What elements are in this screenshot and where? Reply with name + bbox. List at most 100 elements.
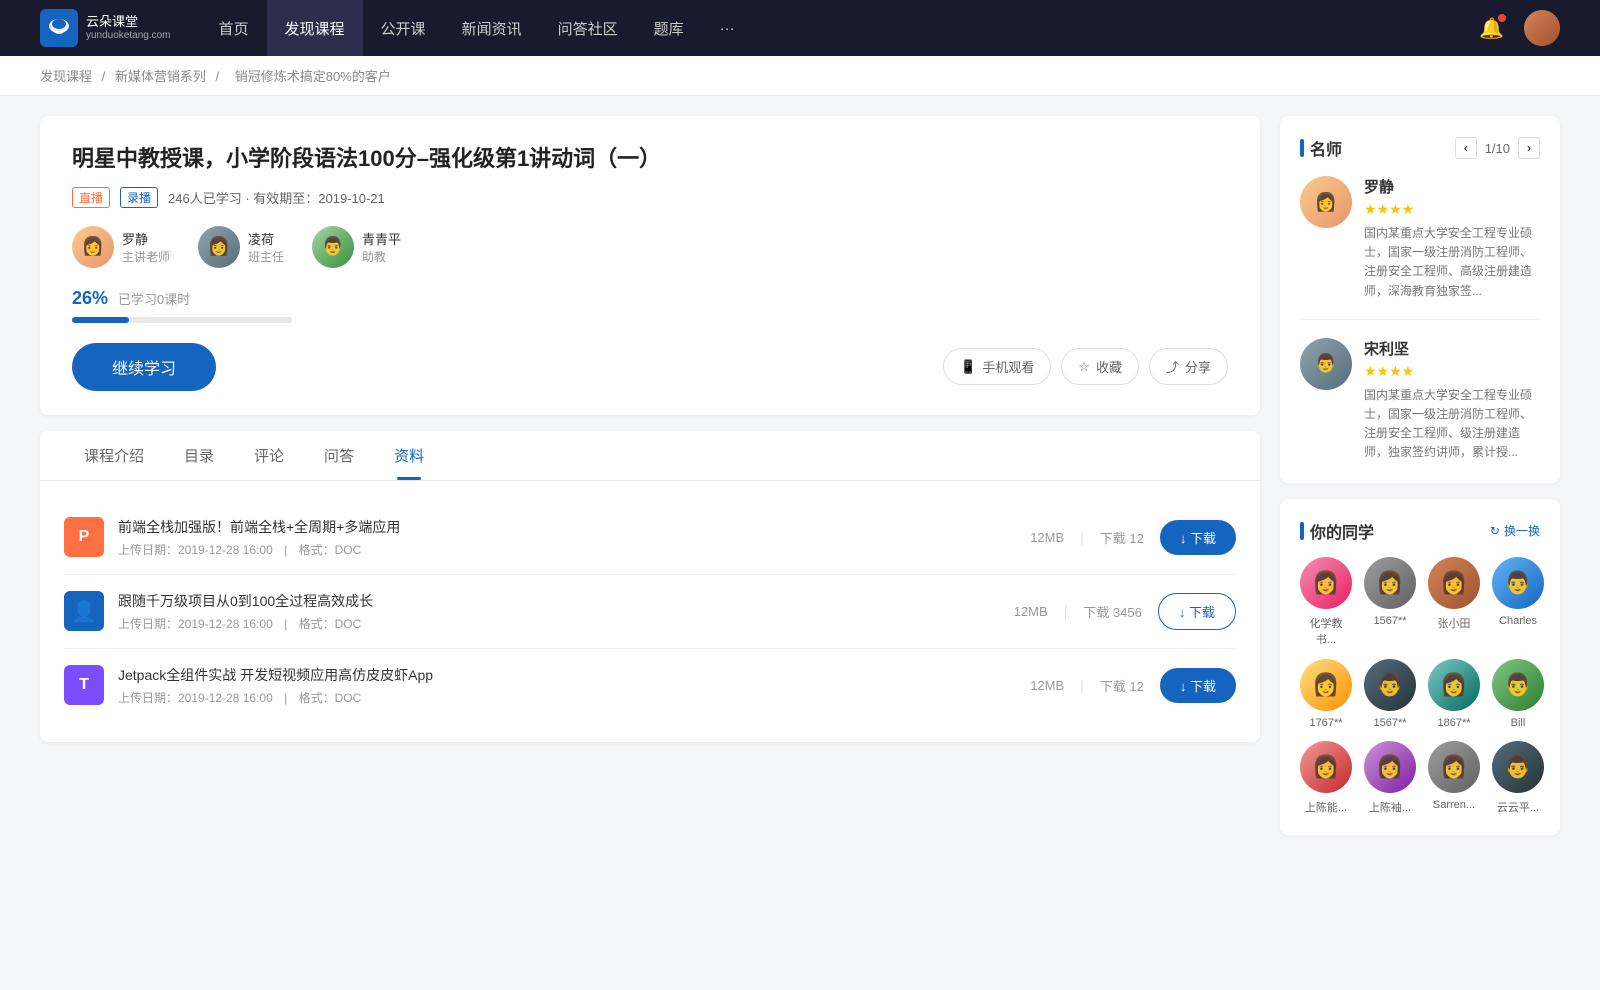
resource-name-2: Jetpack全组件实战 开发短视频应用高仿皮皮虾App [118, 665, 1016, 685]
nav-discover[interactable]: 发现课程 [267, 0, 363, 56]
tab-qa[interactable]: 问答 [304, 431, 374, 480]
resource-right-1: 12MB | 下载 3456 ↓ 下载 [1014, 593, 1236, 630]
student-name-10: Sarren... [1433, 799, 1475, 811]
nav-items: 首页 发现课程 公开课 新闻资讯 问答社区 题库 ··· [201, 0, 1480, 56]
teacher-3-avatar: 👨 [312, 226, 354, 268]
download-button-0[interactable]: ↓ 下载 [1160, 520, 1236, 555]
download-button-1[interactable]: ↓ 下载 [1158, 593, 1236, 630]
progress-bar-fill [72, 317, 129, 323]
logo-text: 云朵课堂 yunduoketang.com [86, 14, 171, 42]
tab-catalog[interactable]: 目录 [164, 431, 234, 480]
resource-meta-0: 上传日期：2019-12-28 16:00 | 格式：DOC [118, 541, 1016, 558]
student-item-11: 👨 云云平... [1492, 741, 1544, 815]
student-avatar-6[interactable]: 👩 [1428, 659, 1480, 711]
collect-button[interactable]: ☆ 收藏 [1061, 348, 1139, 385]
resource-downloads-2: 下载 12 [1100, 676, 1144, 695]
student-avatar-0[interactable]: 👩 [1300, 557, 1352, 609]
student-avatar-3[interactable]: 👨 [1492, 557, 1544, 609]
teacher-card-1-stars: ★★★★ [1364, 363, 1540, 380]
teacher-2: 👩 凌荷 班主任 [198, 226, 284, 268]
mobile-watch-button[interactable]: 📱 手机观看 [943, 348, 1051, 385]
student-item-6: 👩 1867** [1428, 659, 1480, 729]
students-grid: 👩 化学教书... 👩 1567** 👩 张小田 [1300, 557, 1540, 815]
resource-downloads-1: 下载 3456 [1083, 602, 1142, 621]
tab-content: P 前端全栈加强版！前端全栈+全周期+多端应用 上传日期：2019-12-28 … [40, 481, 1260, 742]
continue-study-button[interactable]: 继续学习 [72, 343, 216, 391]
student-item-2: 👩 张小田 [1428, 557, 1480, 647]
student-avatar-5[interactable]: 👨 [1364, 659, 1416, 711]
user-avatar-nav[interactable] [1524, 10, 1560, 46]
teacher-3-name: 青青平 [362, 229, 401, 248]
teacher-3: 👨 青青平 助教 [312, 226, 401, 268]
student-avatar-4[interactable]: 👩 [1300, 659, 1352, 711]
resource-right-0: 12MB | 下载 12 ↓ 下载 [1030, 520, 1236, 555]
course-actions: 继续学习 📱 手机观看 ☆ 收藏 ⤴ 分享 [72, 343, 1228, 391]
student-item-10: 👩 Sarren... [1428, 741, 1480, 815]
teacher-card-0-name: 罗静 [1364, 176, 1540, 197]
breadcrumb-series[interactable]: 新媒体营销系列 [115, 69, 206, 84]
student-name-11: 云云平... [1497, 799, 1539, 815]
student-avatar-8[interactable]: 👩 [1300, 741, 1352, 793]
resource-downloads-0: 下载 12 [1100, 528, 1144, 547]
next-page-button[interactable]: › [1518, 137, 1540, 159]
main-layout: 明星中教授课，小学阶段语法100分–强化级第1讲动词（一） 直播 录播 246人… [0, 96, 1600, 855]
nav-home[interactable]: 首页 [201, 0, 267, 56]
tab-intro[interactable]: 课程介绍 [64, 431, 164, 480]
mobile-icon: 📱 [960, 359, 976, 375]
nav-right: 🔔 [1479, 10, 1560, 46]
breadcrumb: 发现课程 / 新媒体营销系列 / 销冠修炼术搞定80%的客户 [0, 56, 1600, 96]
teacher-2-avatar: 👩 [198, 226, 240, 268]
student-item-4: 👩 1767** [1300, 659, 1352, 729]
nav-news[interactable]: 新闻资讯 [444, 0, 540, 56]
progress-percent: 26% [72, 288, 108, 309]
teacher-card-1-desc: 国内某重点大学安全工程专业硕士，国家一级注册消防工程师、注册安全工程师、级注册建… [1364, 386, 1540, 463]
resource-size-2: 12MB [1030, 678, 1064, 693]
resource-icon-2: T [64, 665, 104, 705]
nav-question-bank[interactable]: 题库 [636, 0, 702, 56]
student-avatar-11[interactable]: 👨 [1492, 741, 1544, 793]
resource-meta-2: 上传日期：2019-12-28 16:00 | 格式：DOC [118, 689, 1016, 706]
content-area: 明星中教授课，小学阶段语法100分–强化级第1讲动词（一） 直播 录播 246人… [40, 116, 1260, 835]
teachers: 👩 罗静 主讲老师 👩 凌荷 班主任 [72, 226, 1228, 268]
teacher-card-1-avatar[interactable]: 👨 [1300, 338, 1352, 390]
student-name-3: Charles [1499, 615, 1537, 627]
share-button[interactable]: ⤴ 分享 [1149, 348, 1228, 385]
resource-info-0: 前端全栈加强版！前端全栈+全周期+多端应用 上传日期：2019-12-28 16… [118, 517, 1016, 558]
student-avatar-2[interactable]: 👩 [1428, 557, 1480, 609]
tab-review[interactable]: 评论 [234, 431, 304, 480]
resource-icon-1: 👤 [64, 591, 104, 631]
share-icon: ⤴ [1166, 357, 1179, 376]
teachers-sidebar-title: 名师 [1300, 136, 1342, 160]
nav-qa[interactable]: 问答社区 [540, 0, 636, 56]
nav-open[interactable]: 公开课 [363, 0, 444, 56]
page-indicator: 1/10 [1485, 141, 1510, 156]
resource-right-2: 12MB | 下载 12 ↓ 下载 [1030, 668, 1236, 703]
navbar: 云朵课堂 yunduoketang.com 首页 发现课程 公开课 新闻资讯 问… [0, 0, 1600, 56]
student-avatar-10[interactable]: 👩 [1428, 741, 1480, 793]
nav-more[interactable]: ··· [702, 0, 753, 56]
resource-name-0: 前端全栈加强版！前端全栈+全周期+多端应用 [118, 517, 1016, 537]
download-button-2[interactable]: ↓ 下载 [1160, 668, 1236, 703]
tab-resource[interactable]: 资料 [374, 431, 444, 480]
teachers-sidebar-header: 名师 ‹ 1/10 › [1300, 136, 1540, 160]
bell-icon[interactable]: 🔔 [1479, 16, 1504, 41]
teacher-card-0-avatar[interactable]: 👩 [1300, 176, 1352, 228]
student-avatar-9[interactable]: 👩 [1364, 741, 1416, 793]
resource-item: 👤 跟随千万级项目从0到100全过程高效成长 上传日期：2019-12-28 1… [64, 575, 1236, 649]
user-avatar-img [1524, 10, 1560, 46]
student-avatar-1[interactable]: 👩 [1364, 557, 1416, 609]
teacher-2-name: 凌荷 [248, 229, 284, 248]
students-sidebar-title: 你的同学 [1300, 519, 1374, 543]
logo[interactable]: 云朵课堂 yunduoketang.com [40, 9, 171, 47]
teacher-card-1: 👨 宋利坚 ★★★★ 国内某重点大学安全工程专业硕士，国家一级注册消防工程师、注… [1300, 338, 1540, 463]
student-avatar-7[interactable]: 👨 [1492, 659, 1544, 711]
badge-record: 录播 [120, 187, 158, 208]
teacher-card-0-stars: ★★★★ [1364, 201, 1540, 218]
breadcrumb-discover[interactable]: 发现课程 [40, 69, 92, 84]
teacher-1: 👩 罗静 主讲老师 [72, 226, 170, 268]
refresh-button[interactable]: ↻ 换一换 [1490, 522, 1540, 539]
prev-page-button[interactable]: ‹ [1455, 137, 1477, 159]
teacher-card-0-desc: 国内某重点大学安全工程专业硕士，国家一级注册消防工程师、注册安全工程师、高级注册… [1364, 224, 1540, 301]
student-name-5: 1567** [1373, 717, 1406, 729]
student-name-2: 张小田 [1438, 615, 1471, 631]
